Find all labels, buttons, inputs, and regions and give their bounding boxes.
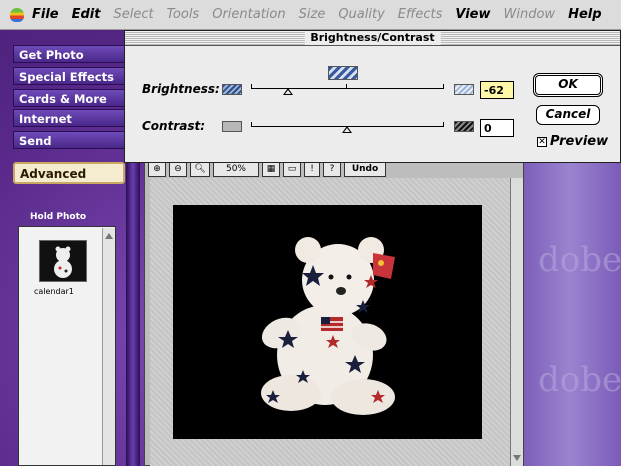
menu-help[interactable]: Help bbox=[568, 7, 601, 22]
menu-quality[interactable]: Quality bbox=[338, 7, 384, 22]
menu-bar: File Edit Select Tools Orientation Size … bbox=[0, 0, 621, 30]
scroll-up-icon[interactable] bbox=[103, 230, 115, 242]
nav-cards-more[interactable]: Cards & More bbox=[13, 89, 125, 107]
contrast-slider-thumb[interactable] bbox=[342, 126, 352, 133]
menu-select[interactable]: Select bbox=[113, 7, 153, 22]
hold-photo-scrollbar[interactable] bbox=[102, 228, 115, 465]
contrast-low-icon bbox=[222, 121, 242, 132]
menu-file[interactable]: File bbox=[32, 7, 59, 22]
brightness-slider-end bbox=[443, 84, 444, 89]
watermark-text: dobe bbox=[538, 360, 621, 400]
menu-edit[interactable]: Edit bbox=[72, 7, 101, 22]
menu-tools[interactable]: Tools bbox=[167, 7, 200, 22]
nav-internet[interactable]: Internet bbox=[13, 109, 125, 127]
menu-view[interactable]: View bbox=[455, 7, 490, 22]
contrast-label: Contrast: bbox=[142, 119, 206, 133]
nav-send[interactable]: Send bbox=[13, 131, 125, 149]
nav-get-photo[interactable]: Get Photo bbox=[13, 45, 125, 63]
brightness-low-icon bbox=[222, 84, 242, 95]
watermark-text: dobe bbox=[538, 240, 621, 280]
contrast-value-field[interactable]: 0 bbox=[480, 119, 514, 137]
dialog-title-bar[interactable]: Brightness/Contrast bbox=[125, 31, 620, 46]
apple-menu-icon[interactable] bbox=[10, 7, 24, 22]
brightness-slider-thumb[interactable] bbox=[283, 88, 293, 95]
photo-thumbnail[interactable] bbox=[39, 240, 87, 282]
bear-thumbnail-icon bbox=[54, 246, 72, 278]
cancel-button[interactable]: Cancel bbox=[536, 105, 600, 125]
menu-window[interactable]: Window bbox=[504, 7, 556, 22]
dialog-title: Brightness/Contrast bbox=[304, 31, 441, 45]
brightness-high-icon bbox=[454, 84, 474, 95]
contrast-slider-start bbox=[251, 122, 252, 127]
thumbnail-label: calendar1 bbox=[34, 287, 74, 296]
contrast-slider-end bbox=[443, 122, 444, 127]
bear-photo-image bbox=[261, 237, 395, 415]
brightness-preview-swatch bbox=[328, 66, 358, 80]
bear-photo[interactable] bbox=[173, 205, 482, 439]
contrast-high-icon bbox=[454, 121, 474, 132]
menu-size[interactable]: Size bbox=[299, 7, 326, 22]
hold-photo-label: Hold Photo bbox=[30, 212, 87, 222]
document-scrollbar[interactable] bbox=[510, 178, 523, 466]
scroll-down-icon[interactable] bbox=[511, 452, 523, 464]
menu-effects[interactable]: Effects bbox=[398, 7, 443, 22]
nav-special-effects[interactable]: Special Effects bbox=[13, 67, 125, 85]
brightness-slider-start bbox=[251, 84, 252, 89]
preview-label: Preview bbox=[550, 134, 609, 149]
brightness-value-field[interactable]: -62 bbox=[480, 81, 514, 99]
ok-button[interactable]: OK bbox=[533, 73, 603, 97]
advanced-button[interactable]: Advanced bbox=[13, 162, 125, 184]
brightness-slider-center bbox=[346, 84, 347, 89]
preview-checkbox[interactable]: ✕ bbox=[537, 137, 547, 147]
menu-orientation[interactable]: Orientation bbox=[212, 7, 285, 22]
brightness-slider-track[interactable] bbox=[251, 88, 444, 89]
brightness-label: Brightness: bbox=[142, 82, 220, 96]
